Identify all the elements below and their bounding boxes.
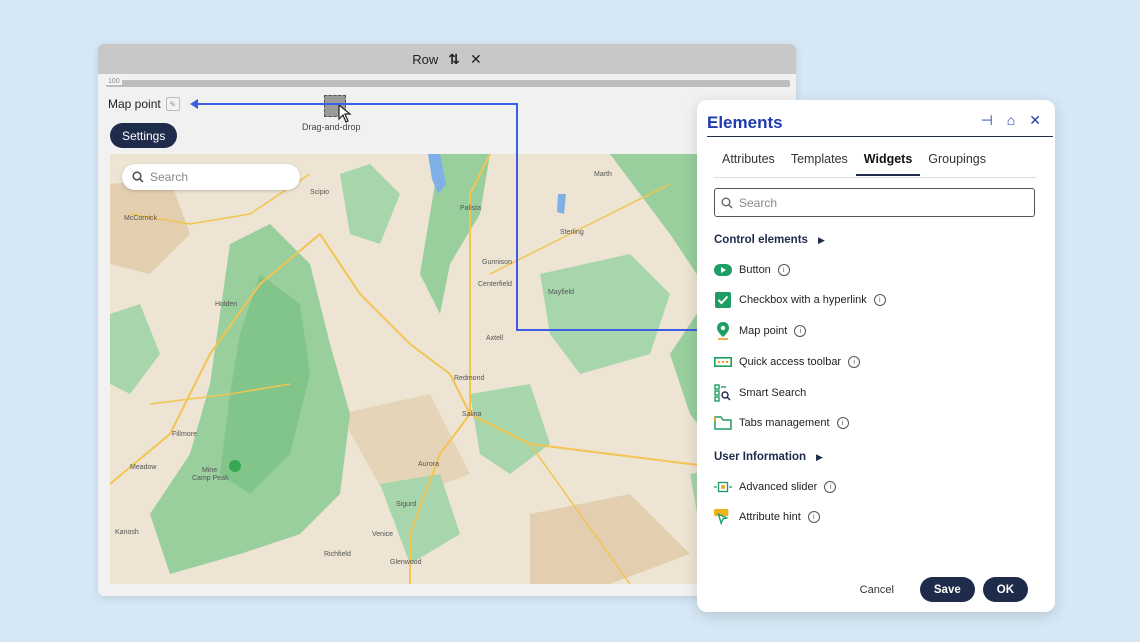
smart-search-icon — [714, 384, 732, 402]
map-search-input[interactable]: Search — [122, 164, 300, 190]
elements-search-input[interactable]: Search — [714, 188, 1035, 217]
dock-icon[interactable]: ⊣ — [981, 112, 993, 129]
svg-text:Aurora: Aurora — [418, 461, 439, 468]
slider-icon — [714, 478, 732, 496]
map-search-placeholder: Search — [150, 170, 189, 184]
toolbar-icon — [714, 353, 732, 371]
widget-advanced-slider[interactable]: Advanced slider i — [714, 478, 837, 496]
section-control-elements[interactable]: Control elements ▶ — [714, 234, 825, 246]
panel-actions: ⊣ ⌂ ✕ — [981, 112, 1041, 129]
cancel-button[interactable]: Cancel — [854, 583, 900, 597]
section-heading: Control elements — [714, 234, 808, 246]
map-pin-icon — [714, 322, 732, 340]
widget-label: Advanced slider — [739, 481, 818, 493]
widget-quick-access-toolbar[interactable]: Quick access toolbar i — [714, 353, 861, 371]
progress-bar — [106, 80, 790, 87]
info-icon[interactable]: i — [794, 325, 807, 337]
info-icon[interactable]: i — [848, 356, 861, 368]
widget-label: Map point — [739, 325, 788, 337]
svg-text:Palista: Palista — [460, 205, 481, 212]
widget-button[interactable]: Button i — [714, 261, 790, 279]
drag-and-drop-label: Drag-and-drop — [302, 122, 361, 132]
map-point-label-text: Map point — [108, 97, 161, 111]
ok-button[interactable]: OK — [982, 577, 1028, 602]
section-heading: User Information — [714, 451, 807, 463]
checkbox-icon — [714, 291, 732, 309]
widget-label: Quick access toolbar — [739, 356, 842, 368]
svg-text:Marth: Marth — [594, 171, 612, 178]
svg-text:Gunnison: Gunnison — [482, 259, 512, 266]
info-icon[interactable]: i — [807, 511, 820, 523]
caret-right-icon: ▶ — [817, 234, 825, 245]
svg-text:McCornick: McCornick — [124, 215, 158, 222]
widget-smart-search[interactable]: Smart Search — [714, 384, 806, 402]
edit-icon[interactable]: ✎ — [165, 97, 180, 111]
widget-label: Smart Search — [739, 387, 807, 399]
svg-text:Centerfield: Centerfield — [478, 281, 512, 288]
svg-text:Camp Peak: Camp Peak — [192, 475, 229, 482]
elements-panel: Elements ⊣ ⌂ ✕ Attributes Templates Widg… — [697, 100, 1055, 612]
widget-label: Attribute hint — [739, 511, 801, 523]
svg-text:Mayfield: Mayfield — [548, 289, 574, 296]
widget-label: Tabs management — [739, 417, 830, 429]
svg-text:Holden: Holden — [215, 301, 237, 308]
section-user-information[interactable]: User Information ▶ — [714, 451, 823, 463]
folder-icon — [714, 414, 732, 432]
hint-icon — [714, 508, 732, 526]
elements-search-placeholder: Search — [739, 195, 778, 210]
svg-text:Glenwood: Glenwood — [390, 559, 422, 566]
info-icon[interactable]: i — [777, 264, 790, 276]
caret-right-icon: ▶ — [816, 451, 823, 462]
close-icon[interactable]: ✕ — [470, 51, 482, 68]
svg-text:Salina: Salina — [462, 411, 482, 418]
cursor-icon — [338, 104, 352, 123]
widget-label: Button — [739, 264, 771, 276]
widget-label: Checkbox with a hyperlink — [739, 294, 867, 306]
svg-text:Kanosh: Kanosh — [115, 529, 139, 536]
search-icon — [132, 171, 144, 183]
tab-groupings[interactable]: Groupings — [920, 152, 994, 176]
svg-text:Fillmore: Fillmore — [172, 431, 197, 438]
title-divider — [707, 136, 1053, 137]
svg-text:Meadow: Meadow — [130, 464, 157, 471]
svg-text:Scipio: Scipio — [310, 189, 329, 196]
tab-widgets[interactable]: Widgets — [855, 152, 921, 176]
widget-map-point[interactable]: Map point i — [714, 322, 807, 340]
close-icon[interactable]: ✕ — [1029, 112, 1041, 129]
collapse-icon[interactable]: ⌂ — [1007, 112, 1015, 129]
svg-text:Sigurd: Sigurd — [396, 501, 416, 508]
tabs-divider — [714, 177, 1036, 178]
map-marker-icon — [229, 460, 241, 472]
svg-text:Venice: Venice — [372, 531, 393, 538]
panel-footer: Cancel Save OK — [854, 577, 1028, 602]
svg-text:Sterling: Sterling — [560, 229, 584, 236]
widget-tabs-management[interactable]: Tabs management i — [714, 414, 849, 432]
settings-button[interactable]: Settings — [110, 123, 178, 148]
info-icon[interactable]: i — [873, 294, 886, 306]
info-icon[interactable]: i — [824, 481, 837, 493]
panel-title: Elements — [707, 113, 783, 132]
toggle-button-icon — [714, 261, 732, 279]
svg-text:Mine: Mine — [202, 467, 217, 474]
save-button[interactable]: Save — [919, 577, 975, 602]
info-icon[interactable]: i — [836, 417, 849, 429]
widget-checkbox-hyperlink[interactable]: Checkbox with a hyperlink i — [714, 291, 886, 309]
map-point-widget-label: Map point ✎ — [108, 97, 180, 111]
row-window: Row ⇅ ✕ 100 Map point ✎ Drag-and-drop Se… — [98, 44, 796, 596]
widget-attribute-hint[interactable]: Attribute hint i — [714, 508, 820, 526]
panel-tabs: Attributes Templates Widgets Groupings — [714, 152, 1036, 176]
svg-text:Axtell: Axtell — [486, 335, 504, 342]
row-header: Row ⇅ ✕ — [98, 44, 796, 74]
progress-label: 100 — [106, 78, 122, 85]
tab-attributes[interactable]: Attributes — [714, 152, 783, 176]
svg-text:Richfield: Richfield — [324, 551, 351, 558]
tab-templates[interactable]: Templates — [783, 152, 856, 176]
map[interactable]: Scipio McCornick Holden Fillmore Meadow … — [110, 154, 796, 584]
row-title: Row — [412, 51, 439, 67]
map-canvas: Scipio McCornick Holden Fillmore Meadow … — [110, 154, 796, 584]
search-icon — [721, 197, 733, 208]
svg-text:Redmond: Redmond — [454, 375, 484, 382]
sort-icon[interactable]: ⇅ — [448, 51, 460, 68]
